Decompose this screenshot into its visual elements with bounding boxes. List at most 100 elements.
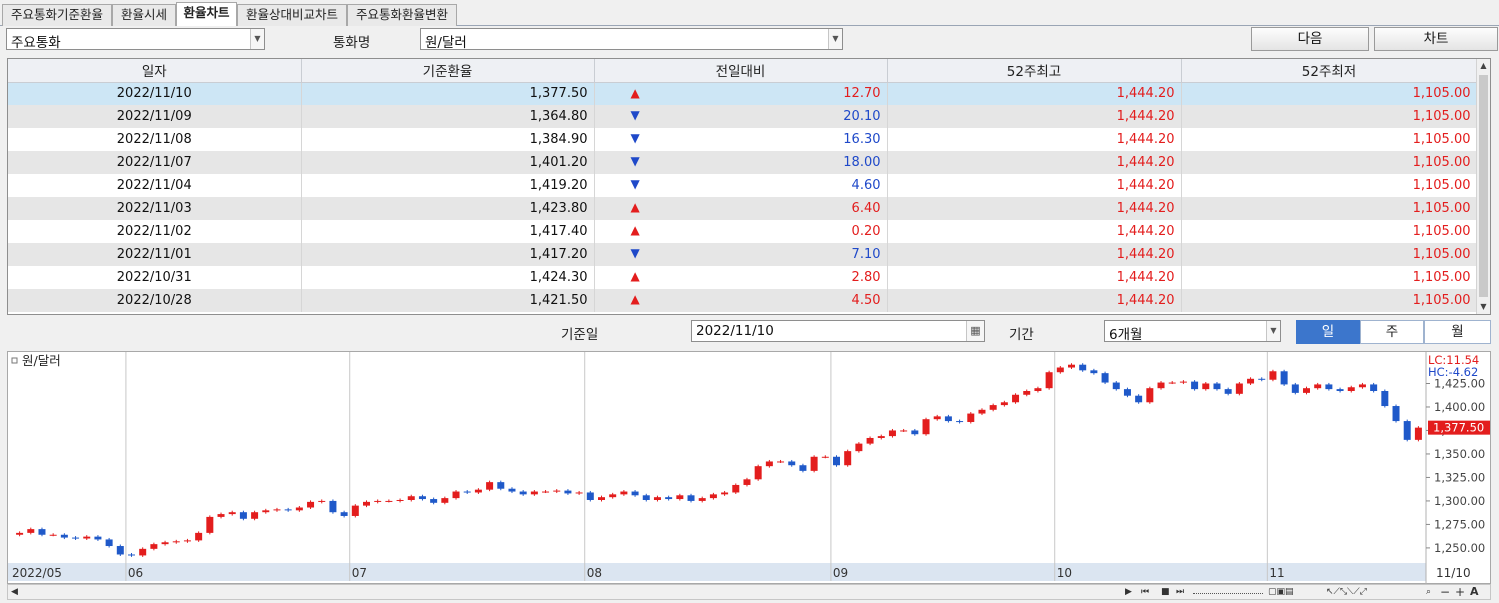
cell-52w-high: 1,444.20 <box>887 128 1182 151</box>
candle-body <box>83 536 91 539</box>
column-header-52w-high[interactable]: 52주최고 <box>887 59 1182 83</box>
candle-body <box>217 514 225 517</box>
tab-exchange-chart[interactable]: 환율차트 <box>176 2 237 26</box>
zoom-search-icon[interactable]: ⌕ <box>1426 585 1431 599</box>
period-label: 기간 <box>1009 327 1034 343</box>
candle-body <box>698 498 706 501</box>
column-header-change[interactable]: 전일대비 <box>594 59 888 83</box>
table-scrollbar[interactable]: ▲ ▼ <box>1476 59 1490 314</box>
tab-relative-compare-chart[interactable]: 환율상대비교차트 <box>237 4 347 26</box>
candle-body <box>900 430 908 432</box>
candle-body <box>318 500 326 502</box>
candle-body <box>1336 389 1344 392</box>
candle-body <box>1101 373 1109 383</box>
column-header-52w-low[interactable]: 52주최저 <box>1181 59 1478 83</box>
cell-52w-low: 1,105.00 <box>1181 151 1478 174</box>
candle-body <box>1023 391 1031 395</box>
tab-exchange-quote[interactable]: 환율시세 <box>112 4 176 26</box>
filter-bar: 기준일 2022/11/10 ▦ 기간 6개월 ▼ <box>0 318 1499 346</box>
candle-body <box>687 495 695 501</box>
chevron-down-icon[interactable]: ▼ <box>1266 321 1280 341</box>
candle-body <box>967 413 975 423</box>
table-row[interactable]: 2022/11/02 1,417.40 ▲ 0.20 1,444.20 1,105.00 <box>8 220 1478 243</box>
period-daily-button[interactable]: 일 <box>1296 320 1360 344</box>
candle-body <box>564 490 572 494</box>
scrollbar-thumb[interactable] <box>1479 75 1488 297</box>
table-row[interactable]: 2022/11/09 1,364.80 ▼ 20.10 1,444.20 1,105.00 <box>8 105 1478 128</box>
period-weekly-button[interactable]: 주 <box>1360 320 1424 344</box>
table-row[interactable]: 2022/11/01 1,417.20 ▼ 7.10 1,444.20 1,105.00 <box>8 243 1478 266</box>
table-row[interactable]: 2022/11/10 1,377.50 ▲ 12.70 1,444.20 1,105.00 <box>8 82 1478 105</box>
cell-change: ▲ 2.80 <box>594 266 888 289</box>
candle-body <box>676 495 684 500</box>
candle-body <box>1280 371 1288 385</box>
x-tick-label: 11 <box>1269 566 1284 580</box>
candle-body <box>418 496 426 500</box>
scroll-down-icon[interactable]: ▼ <box>1477 300 1490 314</box>
currency-group-select[interactable]: 주요통화 ▼ <box>6 28 265 51</box>
candle-body <box>206 516 214 533</box>
candle-body <box>933 416 941 420</box>
table-row[interactable]: 2022/11/04 1,419.20 ▼ 4.60 1,444.20 1,105.00 <box>8 174 1478 197</box>
drawing-tools-icon[interactable]: ↖⟋⤡⟍⟋⤢ <box>1326 585 1367 599</box>
candle-body <box>1123 389 1131 396</box>
tab-currency-converter[interactable]: 주요통화환율변환 <box>347 4 457 26</box>
chart-title: 원/달러 <box>22 353 61 368</box>
calendar-icon[interactable]: ▦ <box>966 321 984 341</box>
zoom-slider[interactable] <box>1193 585 1263 594</box>
auto-scale-icon[interactable]: A <box>1470 585 1479 599</box>
cell-52w-low: 1,105.00 <box>1181 243 1478 266</box>
candle-body <box>754 466 762 480</box>
candle-body <box>463 491 471 493</box>
zoom-out-icon[interactable]: − <box>1440 585 1450 599</box>
candle-body <box>273 509 281 511</box>
currency-select[interactable]: 원/달러 ▼ <box>420 28 843 51</box>
candle-body <box>1034 388 1042 392</box>
candle-body <box>844 451 852 466</box>
table-row[interactable]: 2022/11/07 1,401.20 ▼ 18.00 1,444.20 1,105.00 <box>8 151 1478 174</box>
candle-body <box>374 500 382 502</box>
table-row[interactable]: 2022/10/31 1,424.30 ▲ 2.80 1,444.20 1,105.00 <box>8 266 1478 289</box>
column-header-base-rate[interactable]: 기준환율 <box>301 59 595 83</box>
x-axis-band <box>8 563 1426 581</box>
chart-canvas[interactable]: 2022/05 06 07 08 09 10 11 11/10 1,250.00 1,275.00… <box>8 352 1492 585</box>
zoom-in-icon[interactable]: + <box>1455 585 1465 599</box>
candle-body <box>1291 384 1299 393</box>
cell-date: 2022/11/03 <box>8 197 302 220</box>
table-row[interactable]: 2022/11/08 1,384.90 ▼ 16.30 1,444.20 1,105.00 <box>8 128 1478 151</box>
view-option-icon[interactable]: ▢▣▤ <box>1268 585 1294 599</box>
skip-forward-icon[interactable]: ⏭ <box>1176 585 1184 599</box>
chevron-down-icon[interactable]: ▼ <box>828 29 842 49</box>
chart-scrollbar[interactable]: ◀ ▶ ⏮ ■ ⏭ ▢▣▤ ↖⟋⤡⟍⟋⤢ ⌕ − + A <box>7 584 1491 600</box>
table-row[interactable]: 2022/10/28 1,421.50 ▲ 4.50 1,444.20 1,105.00 <box>8 289 1478 312</box>
tab-major-currency-rate[interactable]: 주요통화기준환율 <box>2 4 112 26</box>
cell-date: 2022/11/01 <box>8 243 302 266</box>
x-tick-label: 10 <box>1057 566 1072 580</box>
chart-button[interactable]: 차트 <box>1374 27 1498 51</box>
chevron-down-icon[interactable]: ▼ <box>250 29 264 49</box>
candle-body <box>888 430 896 437</box>
scroll-right-icon[interactable]: ▶ <box>1125 585 1132 599</box>
current-price-label: 1,377.50 <box>1433 421 1484 435</box>
down-arrow-icon: ▼ <box>630 177 640 191</box>
next-button[interactable]: 다음 <box>1251 27 1369 51</box>
skip-back-icon[interactable]: ⏮ <box>1141 585 1149 599</box>
candle-body <box>1202 383 1210 390</box>
candle-body <box>508 488 516 492</box>
base-date-input[interactable]: 2022/11/10 ▦ <box>691 320 985 342</box>
stop-icon[interactable]: ■ <box>1161 585 1170 599</box>
candle-body <box>1347 387 1355 392</box>
cell-change: ▼ 4.60 <box>594 174 888 197</box>
scroll-left-icon[interactable]: ◀ <box>11 585 18 599</box>
period-monthly-button[interactable]: 월 <box>1424 320 1491 344</box>
candle-body <box>262 510 270 513</box>
scroll-up-icon[interactable]: ▲ <box>1477 59 1490 73</box>
cell-date: 2022/11/09 <box>8 105 302 128</box>
column-header-date[interactable]: 일자 <box>8 59 302 83</box>
cell-date: 2022/11/04 <box>8 174 302 197</box>
period-select[interactable]: 6개월 ▼ <box>1104 320 1281 343</box>
cell-base-rate: 1,421.50 <box>301 289 595 312</box>
cell-base-rate: 1,377.50 <box>301 82 595 105</box>
down-arrow-icon: ▼ <box>630 246 640 260</box>
table-row[interactable]: 2022/11/03 1,423.80 ▲ 6.40 1,444.20 1,105.00 <box>8 197 1478 220</box>
